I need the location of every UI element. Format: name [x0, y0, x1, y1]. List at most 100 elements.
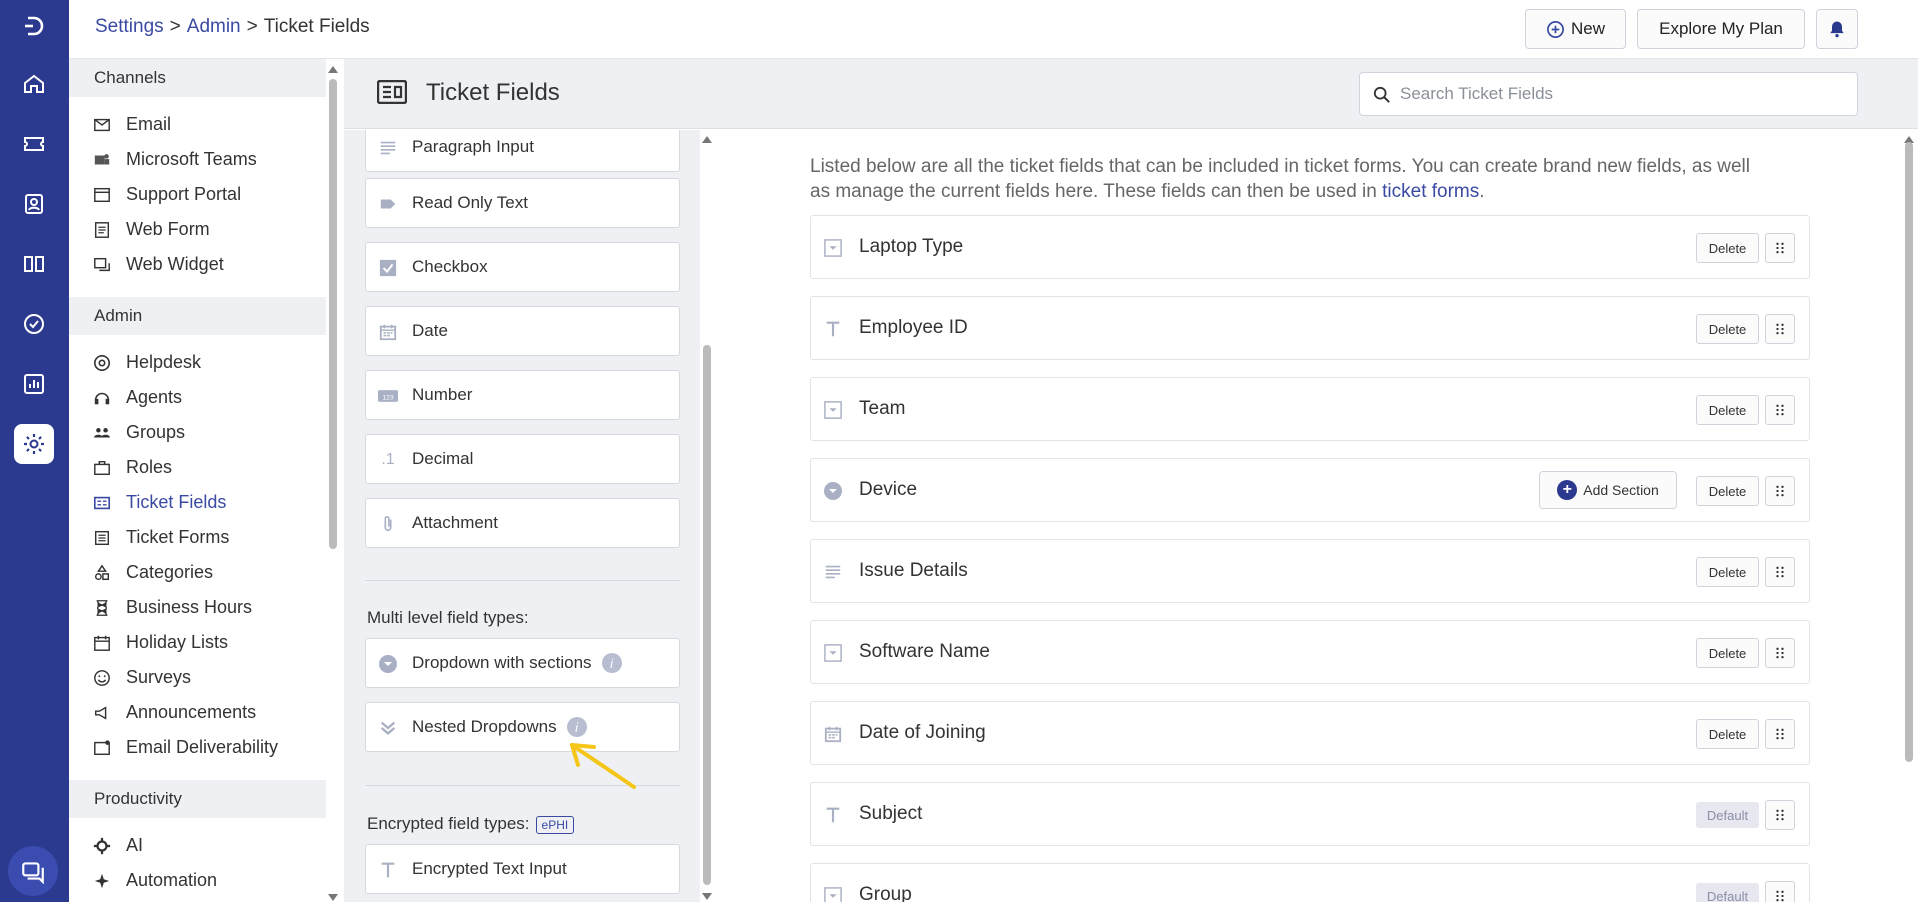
field-row-device[interactable]: Device + Add Section Delete — [810, 458, 1810, 522]
nav-item-categories[interactable]: Categories — [69, 555, 326, 590]
scrollbar-thumb[interactable] — [329, 79, 337, 549]
delete-button[interactable]: Delete — [1696, 395, 1759, 425]
nav-item-helpdesk[interactable]: Helpdesk — [69, 345, 326, 380]
main-scrollbar[interactable] — [1900, 130, 1918, 902]
calendar-icon — [378, 322, 398, 342]
explore-plan-button[interactable]: Explore My Plan — [1637, 9, 1805, 49]
nav-item-surveys[interactable]: Surveys — [69, 660, 326, 695]
dropdown-square-icon — [823, 238, 843, 258]
info-icon[interactable]: i — [566, 717, 587, 737]
nav-item-email[interactable]: Email — [69, 107, 326, 142]
nav-item-holiday-lists[interactable]: Holiday Lists — [69, 625, 326, 660]
field-type-attachment[interactable]: Attachment — [365, 498, 680, 548]
ticket-forms-link[interactable]: ticket forms — [1382, 181, 1479, 202]
field-type-paragraph-input[interactable]: Paragraph Input — [365, 130, 680, 172]
delete-button[interactable]: Delete — [1696, 476, 1759, 506]
contacts-icon[interactable] — [14, 184, 54, 224]
scroll-up-icon[interactable] — [702, 136, 712, 143]
app-rail — [0, 0, 69, 902]
settings-gear-icon[interactable] — [14, 424, 54, 464]
new-button[interactable]: New — [1525, 9, 1626, 49]
tickets-icon[interactable] — [14, 124, 54, 164]
groups-icon — [92, 423, 112, 443]
drag-handle-icon[interactable] — [1765, 557, 1795, 587]
chat-icon[interactable] — [8, 846, 58, 896]
nav-item-announcements[interactable]: Announcements — [69, 695, 326, 730]
scrollbar-thumb[interactable] — [1905, 142, 1913, 762]
field-type-label: Attachment — [412, 513, 498, 532]
teams-icon — [92, 150, 112, 170]
field-row-employee-id[interactable]: Employee ID Delete — [810, 296, 1810, 360]
ticket-fields-icon — [92, 493, 112, 513]
delete-button[interactable]: Delete — [1696, 314, 1759, 344]
tasks-icon[interactable] — [14, 304, 54, 344]
field-type-label: Nested Dropdowns — [412, 717, 557, 736]
search-input[interactable]: Search Ticket Fields — [1359, 72, 1858, 116]
scroll-up-icon[interactable] — [328, 66, 338, 73]
calendar-icon — [92, 633, 112, 653]
drag-handle-icon[interactable] — [1765, 233, 1795, 263]
nav-item-ticket-fields[interactable]: Ticket Fields — [69, 485, 326, 520]
nav-item-web-form[interactable]: Web Form — [69, 212, 326, 247]
search-icon — [1373, 86, 1390, 103]
field-type-checkbox[interactable]: Checkbox — [365, 242, 680, 292]
drag-handle-icon[interactable] — [1765, 881, 1795, 902]
breadcrumb-settings[interactable]: Settings — [95, 16, 164, 37]
reports-icon[interactable] — [14, 364, 54, 404]
nav-item-support-portal[interactable]: Support Portal — [69, 177, 326, 212]
field-row-team[interactable]: Team Delete — [810, 377, 1810, 441]
drag-handle-icon[interactable] — [1765, 314, 1795, 344]
nav-item-ai[interactable]: AI — [69, 828, 326, 863]
nav-item-microsoft-teams[interactable]: Microsoft Teams — [69, 142, 326, 177]
field-type-label: Encrypted Text Input — [412, 859, 567, 878]
field-row-group[interactable]: Group Default — [810, 863, 1810, 902]
info-icon[interactable]: i — [601, 653, 622, 673]
nav-item-ticket-forms[interactable]: Ticket Forms — [69, 520, 326, 555]
delete-button[interactable]: Delete — [1696, 638, 1759, 668]
delete-button[interactable]: Delete — [1696, 719, 1759, 749]
delete-button[interactable]: Delete — [1696, 233, 1759, 263]
palette-scrollbar[interactable] — [700, 130, 714, 902]
knowledge-base-icon[interactable] — [14, 244, 54, 284]
home-icon[interactable] — [14, 64, 54, 104]
scroll-down-icon[interactable] — [328, 894, 338, 901]
field-type-number[interactable]: 123 Number — [365, 370, 680, 420]
drag-handle-icon[interactable] — [1765, 638, 1795, 668]
field-row-issue-details[interactable]: Issue Details Delete — [810, 539, 1810, 603]
field-type-read-only-text[interactable]: Read Only Text — [365, 178, 680, 228]
fields-list-panel: Listed below are all the ticket fields t… — [720, 130, 1900, 902]
drag-handle-icon[interactable] — [1765, 476, 1795, 506]
field-row-subject[interactable]: Subject Default — [810, 782, 1810, 846]
drag-handle-icon[interactable] — [1765, 800, 1795, 830]
field-type-decimal[interactable]: .1 Decimal — [365, 434, 680, 484]
nav-item-web-widget[interactable]: Web Widget — [69, 247, 326, 282]
field-type-label: Read Only Text — [412, 193, 528, 212]
field-type-palette: Paragraph Input Read Only Text Checkbox … — [344, 130, 704, 902]
nav-item-automation[interactable]: Automation — [69, 863, 326, 898]
drag-handle-icon[interactable] — [1765, 395, 1795, 425]
nav-item-email-deliverability[interactable]: Email Deliverability — [69, 730, 326, 765]
logo-icon[interactable] — [14, 6, 54, 46]
field-type-dropdown-with-sections[interactable]: Dropdown with sections i — [365, 638, 680, 688]
field-type-encrypted-text-input[interactable]: Encrypted Text Input — [365, 844, 680, 894]
delete-button[interactable]: Delete — [1696, 557, 1759, 587]
notifications-button[interactable] — [1816, 9, 1858, 49]
scroll-down-icon[interactable] — [702, 893, 712, 900]
field-row-date-of-joining[interactable]: Date of Joining Delete — [810, 701, 1810, 765]
nav-item-roles[interactable]: Roles — [69, 450, 326, 485]
field-row-laptop-type[interactable]: Laptop Type Delete — [810, 215, 1810, 279]
drag-handle-icon[interactable] — [1765, 719, 1795, 749]
add-section-button[interactable]: + Add Section — [1539, 471, 1677, 509]
field-type-label: Decimal — [412, 449, 474, 468]
nav-item-groups[interactable]: Groups — [69, 415, 326, 450]
paragraph-icon — [823, 562, 843, 582]
scrollbar-thumb[interactable] — [703, 345, 711, 885]
nav-item-agents[interactable]: Agents — [69, 380, 326, 415]
headset-icon — [92, 388, 112, 408]
field-type-date[interactable]: Date — [365, 306, 680, 356]
field-row-software-name[interactable]: Software Name Delete — [810, 620, 1810, 684]
nav-scrollbar[interactable] — [326, 59, 340, 902]
nav-item-business-hours[interactable]: Business Hours — [69, 590, 326, 625]
field-name: Group — [859, 884, 912, 902]
breadcrumb-admin[interactable]: Admin — [187, 16, 241, 37]
